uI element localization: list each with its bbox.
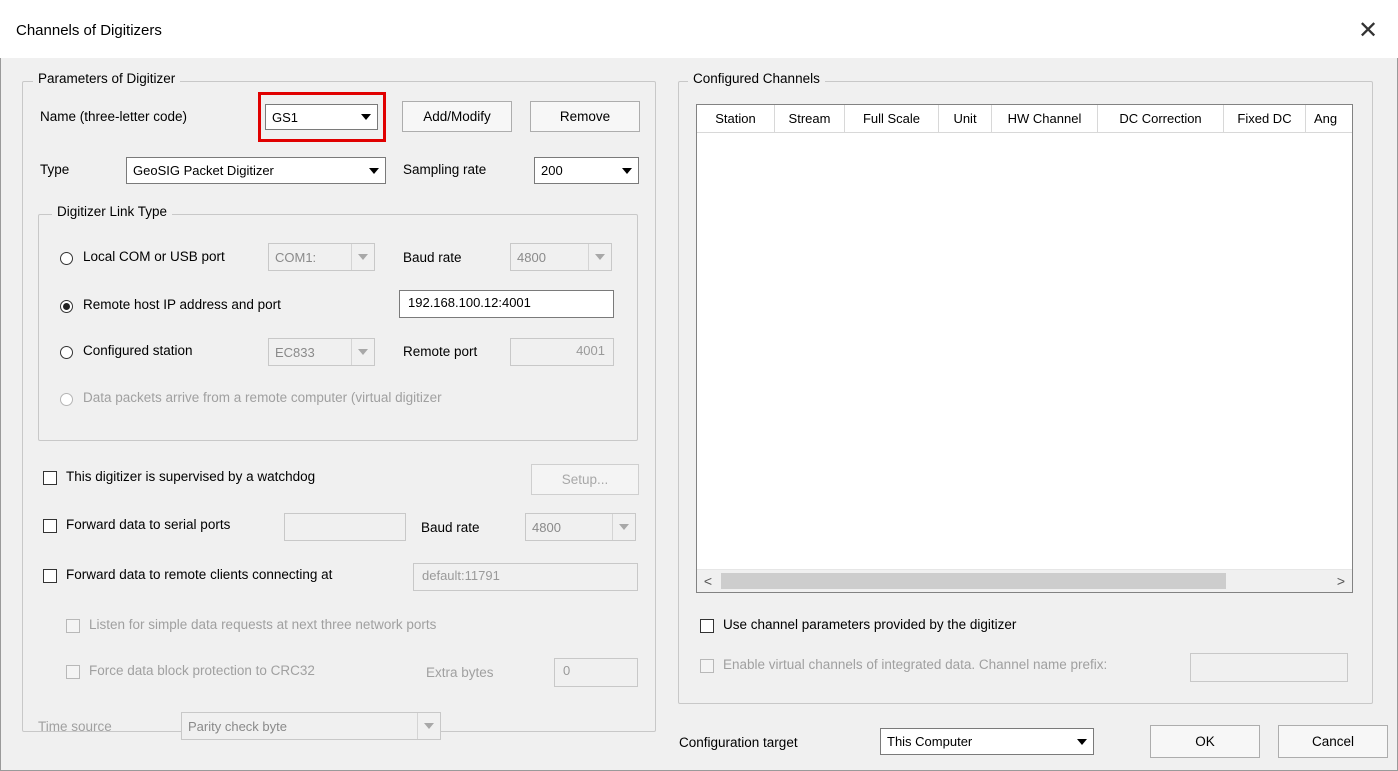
virtual-digitizer-radio[interactable] [60, 393, 73, 406]
time-source-label: Time source [38, 719, 112, 734]
remote-host-radio[interactable] [60, 300, 73, 313]
station-value: EC833 [275, 344, 315, 360]
local-port-label: Local COM or USB port [83, 249, 225, 264]
window-title: Channels of Digitizers [16, 22, 162, 39]
add-modify-button[interactable]: Add/Modify [402, 101, 512, 132]
dropdown-arrow-icon [354, 105, 377, 129]
com-port-combo[interactable]: COM1: [268, 243, 375, 271]
sampling-rate-label: Sampling rate [403, 162, 487, 177]
column-header[interactable]: Stream [775, 105, 845, 132]
baud-rate-label: Baud rate [403, 250, 462, 265]
configured-station-label: Configured station [83, 343, 193, 358]
dropdown-arrow-icon [362, 158, 385, 183]
serial-baud-label: Baud rate [421, 520, 480, 535]
extra-bytes-label: Extra bytes [426, 665, 494, 680]
virtual-digitizer-label: Data packets arrive from a remote comput… [83, 390, 442, 405]
channels-header: Station Stream Full Scale Unit HW Channe… [697, 105, 1352, 133]
scroll-thumb[interactable] [721, 573, 1226, 589]
station-combo[interactable]: EC833 [268, 338, 375, 366]
crc32-checkbox[interactable] [66, 665, 80, 679]
serial-ports-label: Forward data to serial ports [66, 517, 231, 532]
name-combo-value: GS1 [272, 109, 299, 125]
watchdog-label: This digitizer is supervised by a watchd… [66, 469, 316, 484]
setup-button[interactable]: Setup... [531, 464, 639, 495]
remote-port-input[interactable]: 4001 [510, 338, 614, 366]
remote-port-label: Remote port [403, 344, 478, 359]
cancel-button[interactable]: Cancel [1278, 725, 1388, 758]
listen-requests-checkbox[interactable] [66, 619, 80, 633]
scroll-right-icon[interactable]: > [1330, 570, 1352, 592]
remote-clients-input[interactable]: default:11791 [413, 563, 638, 591]
remote-clients-label: Forward data to remote clients connectin… [66, 567, 333, 582]
ok-button[interactable]: OK [1150, 725, 1260, 758]
virtual-channels-checkbox[interactable] [700, 659, 714, 673]
serial-baud-combo[interactable]: 4800 [525, 513, 636, 541]
baud-rate-combo[interactable]: 4800 [510, 243, 612, 271]
link-type-legend: Digitizer Link Type [52, 204, 173, 219]
column-header[interactable]: Station [697, 105, 775, 132]
dropdown-arrow-icon [417, 713, 440, 739]
dropdown-arrow-icon [612, 514, 635, 540]
local-port-radio[interactable] [60, 252, 73, 265]
channels-list[interactable]: Station Stream Full Scale Unit HW Channe… [696, 104, 1353, 593]
dropdown-arrow-icon [1070, 729, 1093, 754]
serial-ports-input[interactable] [284, 513, 406, 541]
use-channel-params-checkbox[interactable] [700, 619, 714, 633]
use-channel-params-label: Use channel parameters provided by the d… [723, 617, 1017, 632]
column-header[interactable]: HW Channel [992, 105, 1098, 132]
scroll-left-icon[interactable]: < [697, 570, 719, 592]
extra-bytes-input[interactable]: 0 [554, 658, 638, 687]
remove-button[interactable]: Remove [530, 101, 640, 132]
type-combo[interactable]: GeoSIG Packet Digitizer [126, 157, 386, 184]
column-header[interactable]: Fixed DC [1224, 105, 1306, 132]
column-header[interactable]: DC Correction [1098, 105, 1224, 132]
configured-station-radio[interactable] [60, 346, 73, 359]
com-port-value: COM1: [275, 249, 317, 265]
remote-host-input[interactable]: 192.168.100.12:4001 [399, 290, 614, 318]
type-label: Type [40, 162, 70, 177]
configuration-target-label: Configuration target [679, 735, 798, 750]
parameters-legend: Parameters of Digitizer [33, 71, 181, 86]
sampling-rate-value: 200 [541, 163, 563, 178]
column-header[interactable]: Unit [939, 105, 992, 132]
dropdown-arrow-icon [615, 158, 638, 183]
time-source-value: Parity check byte [188, 718, 287, 734]
dropdown-arrow-icon [351, 244, 374, 270]
remote-clients-checkbox[interactable] [43, 569, 57, 583]
channels-legend: Configured Channels [688, 71, 825, 86]
title-bar [0, 0, 1398, 58]
serial-ports-checkbox[interactable] [43, 519, 57, 533]
sampling-rate-combo[interactable]: 200 [534, 157, 639, 184]
column-header[interactable]: Full Scale [845, 105, 939, 132]
baud-rate-value: 4800 [517, 249, 546, 265]
time-source-combo[interactable]: Parity check byte [181, 712, 441, 740]
column-header[interactable]: Ang [1306, 105, 1352, 132]
horizontal-scrollbar[interactable]: < > [697, 569, 1352, 592]
listen-requests-label: Listen for simple data requests at next … [89, 617, 437, 632]
name-label: Name (three-letter code) [40, 109, 188, 124]
name-combo[interactable]: GS1 [265, 104, 378, 130]
remote-host-label: Remote host IP address and port [83, 297, 281, 312]
channel-prefix-input[interactable] [1190, 653, 1348, 682]
close-icon[interactable]: ✕ [1352, 14, 1384, 46]
dropdown-arrow-icon [588, 244, 611, 270]
crc32-label: Force data block protection to CRC32 [89, 663, 315, 678]
virtual-channels-label: Enable virtual channels of integrated da… [723, 657, 1108, 672]
configuration-target-value: This Computer [887, 734, 973, 749]
serial-baud-value: 4800 [532, 519, 561, 535]
configuration-target-combo[interactable]: This Computer [880, 728, 1094, 755]
watchdog-checkbox[interactable] [43, 471, 57, 485]
dropdown-arrow-icon [351, 339, 374, 365]
type-combo-value: GeoSIG Packet Digitizer [133, 163, 274, 178]
